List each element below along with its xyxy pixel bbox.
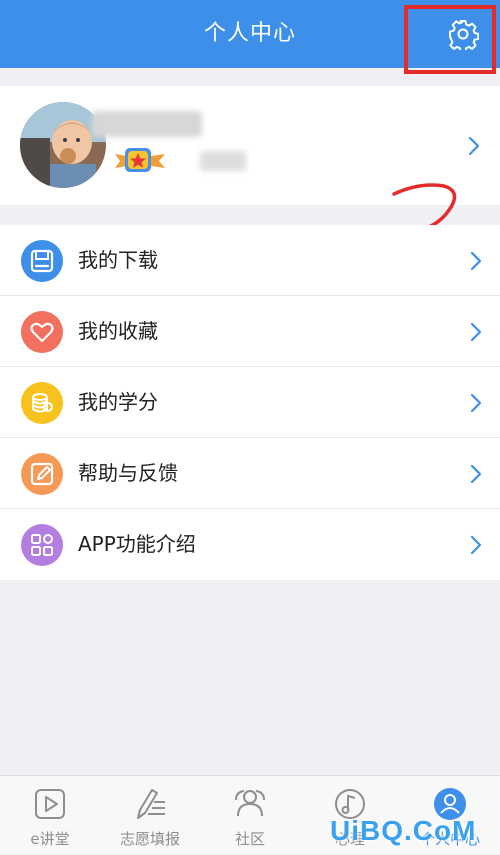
menu-item-downloads[interactable]: 我的下载 bbox=[0, 225, 500, 296]
edit-icon bbox=[21, 453, 63, 495]
menu-item-feedback[interactable]: 帮助与反馈 bbox=[0, 438, 500, 509]
chevron-right-icon bbox=[468, 136, 480, 156]
tab-volunteer[interactable]: 志愿填报 bbox=[100, 776, 200, 855]
community-icon bbox=[235, 790, 265, 817]
menu-item-label: APP功能介绍 bbox=[78, 532, 196, 556]
user-level-redacted bbox=[200, 151, 246, 171]
menu-item-favorites[interactable]: 我的收藏 bbox=[0, 296, 500, 367]
download-icon bbox=[21, 240, 63, 282]
tab-label: 志愿填报 bbox=[119, 830, 180, 848]
tab-community[interactable]: 社区 bbox=[200, 776, 300, 855]
chevron-right-icon bbox=[470, 322, 482, 342]
annotation-box bbox=[404, 5, 496, 74]
pen-icon bbox=[137, 789, 165, 819]
menu-item-label: 我的收藏 bbox=[78, 319, 158, 343]
vip-badge-icon bbox=[113, 146, 173, 174]
username-redacted bbox=[92, 111, 202, 137]
heart-icon bbox=[21, 311, 63, 353]
chevron-right-icon bbox=[470, 464, 482, 484]
watermark: UiBQ.CoM bbox=[330, 815, 477, 846]
apps-icon bbox=[21, 524, 63, 566]
coins-icon bbox=[21, 382, 63, 424]
chevron-right-icon bbox=[470, 251, 482, 271]
play-icon bbox=[35, 789, 65, 819]
tab-lecture[interactable]: e讲堂 bbox=[0, 776, 100, 855]
menu-item-app-intro[interactable]: APP功能介绍 bbox=[0, 509, 500, 580]
tab-label: 社区 bbox=[234, 830, 265, 848]
menu-item-label: 帮助与反馈 bbox=[78, 461, 178, 485]
menu-item-label: 我的下载 bbox=[78, 248, 158, 272]
chevron-right-icon bbox=[470, 535, 482, 555]
menu-item-label: 我的学分 bbox=[78, 390, 158, 414]
profile-card[interactable] bbox=[0, 86, 500, 282]
menu-list: 我的下载 我的收藏 我的学分 帮助与反馈 APP功能介绍 bbox=[0, 225, 500, 580]
menu-item-credits[interactable]: 我的学分 bbox=[0, 367, 500, 438]
chevron-right-icon bbox=[470, 393, 482, 413]
tab-label: e讲堂 bbox=[30, 830, 70, 848]
